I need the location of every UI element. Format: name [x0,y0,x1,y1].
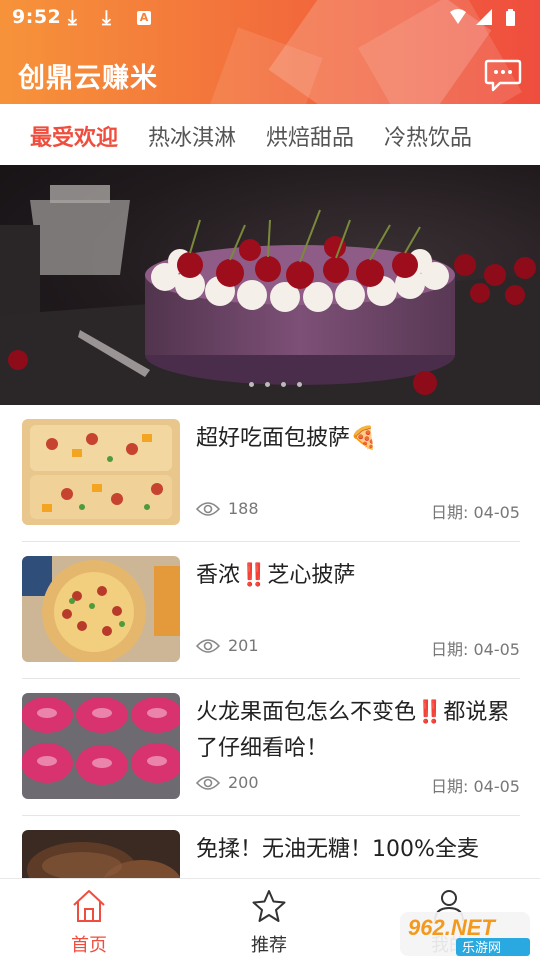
watermark-bottom-text: 乐游网 [462,941,501,956]
nav-home[interactable]: 首页 [44,887,134,957]
tab-drinks[interactable]: 冷热饮品 [384,120,472,152]
watermark-logo: 962.NET 乐游网 [400,908,538,958]
app-title: 创鼎云赚米 [18,63,158,94]
list-item[interactable]: 超好吃面包披萨🍕 188 日期: 04-05 [22,405,520,542]
view-count: 200 [196,773,259,792]
view-count-value: 200 [228,773,259,792]
article-date: 日期: 04-05 [431,640,520,659]
article-title: 超好吃面包披萨🍕 [196,426,378,451]
view-count: 188 [196,499,259,518]
eye-icon [196,775,220,790]
chat-bubble-icon [484,59,522,92]
cherry-cake-image [0,185,540,405]
tab-baking-desserts[interactable]: 烘焙甜品 [266,120,354,152]
cheese-pizza-thumbnail [22,556,180,662]
watermark-top-text: 962.NET [408,915,496,940]
eye-icon [196,501,220,516]
dragonfruit-bread-thumbnail [22,693,180,799]
status-time: 9:52 [12,6,62,28]
list-item[interactable]: 火龙果面包怎么不变色‼️都说累了仔细看哈！ 200 日期: 04-05 [22,679,520,816]
home-icon [73,890,105,922]
wifi-icon [450,9,466,24]
tab-most-popular[interactable]: 最受欢迎 [30,120,118,152]
app-header: 9:52 ⤓ ⤓ A 创鼎云赚米 [0,0,540,104]
download-icon: ⤓ [68,5,77,29]
download-icon: ⤓ [102,5,111,29]
status-bar: 9:52 ⤓ ⤓ A [0,0,540,36]
chat-button[interactable] [484,58,522,94]
eye-icon [196,638,220,653]
carousel-dot[interactable] [249,382,254,387]
battery-icon [506,9,515,26]
pizza-bread-thumbnail [22,419,180,525]
view-count-value: 201 [228,636,259,655]
view-count: 201 [196,636,259,655]
article-date: 日期: 04-05 [431,777,520,796]
app-screen: 9:52 ⤓ ⤓ A 创鼎云赚米 最受欢迎 热冰淇淋 烘焙甜品 冷热饮品 超好吃… [0,0,540,960]
view-count-value: 188 [228,499,259,518]
letter-a-icon: A [137,11,151,25]
nav-recommend-label: 推荐 [251,935,287,956]
article-title: 免揉！无油无糖！100%全麦 [196,837,479,862]
star-icon [252,890,286,922]
nav-home-label: 首页 [71,935,107,956]
banner-carousel[interactable] [0,165,540,405]
article-date: 日期: 04-05 [431,503,520,522]
signal-icon [476,9,492,25]
list-item[interactable]: 香浓‼️芝心披萨 201 日期: 04-05 [22,542,520,679]
tab-ice-cream[interactable]: 热冰淇淋 [148,120,236,152]
category-tabs: 最受欢迎 热冰淇淋 烘焙甜品 冷热饮品 [0,104,540,165]
nav-recommend[interactable]: 推荐 [224,887,314,957]
carousel-dot[interactable] [281,382,286,387]
article-title: 火龙果面包怎么不变色‼️都说累了仔细看哈！ [196,700,510,761]
article-title: 香浓‼️芝心披萨 [196,563,356,588]
carousel-dot[interactable] [265,382,270,387]
status-icons [450,9,515,26]
carousel-dot[interactable] [297,382,302,387]
